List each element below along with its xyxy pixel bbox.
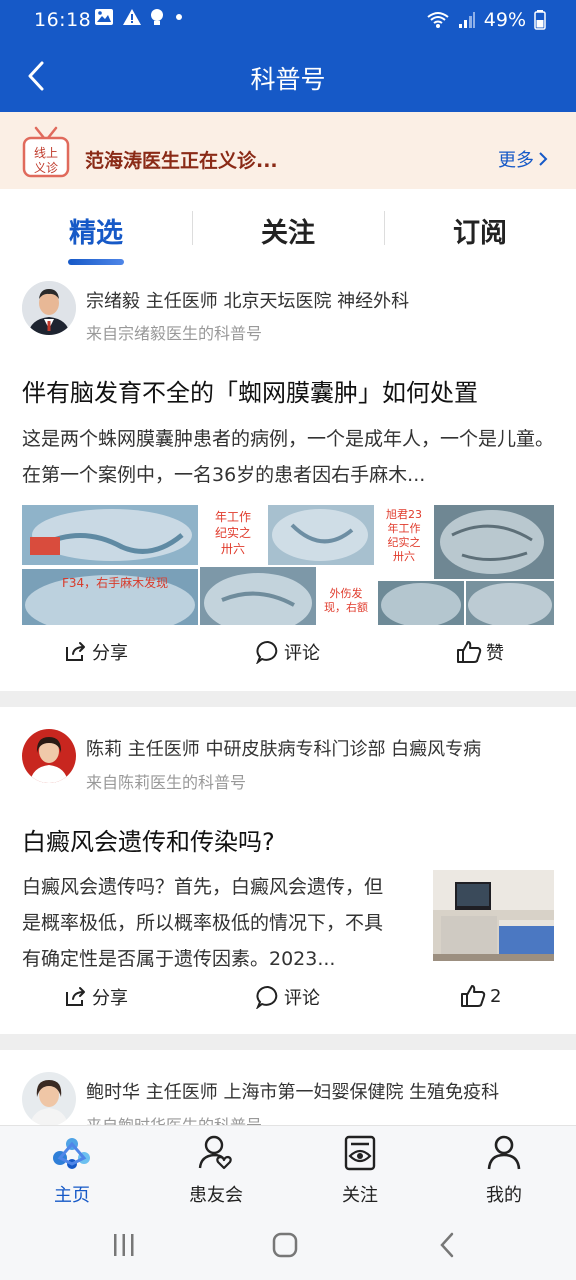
nav-mine[interactable]: 我的	[432, 1134, 576, 1207]
like-button[interactable]: 赞	[456, 639, 504, 665]
post-image-collage[interactable]: 年工作 纪实之 卅六 旭君23 年工作 纪实之 卅六 F34，右手麻木发现 外伤…	[22, 505, 554, 625]
card-divider	[0, 691, 576, 707]
tab-active-indicator	[68, 259, 124, 265]
home-icon[interactable]	[270, 1230, 300, 1260]
back-nav-icon[interactable]	[434, 1230, 460, 1260]
tag-line-1: 线上	[33, 146, 58, 160]
signal-icon	[458, 12, 475, 28]
status-bar: 16:18 49%	[0, 0, 576, 40]
collage-caption: 现，右额	[324, 600, 368, 614]
collage-caption: 年工作	[388, 521, 421, 535]
chevron-right-icon	[539, 152, 548, 166]
share-icon	[66, 642, 85, 661]
follow-eye-icon	[344, 1135, 376, 1171]
post-author: 鲍时华 主任医师 上海市第一妇婴保健院 生殖免疫科	[86, 1082, 500, 1103]
share-label: 分享	[92, 643, 128, 664]
tab-subscribed[interactable]: 订阅	[384, 211, 576, 250]
nav-home-label: 主页	[54, 1185, 90, 1206]
more-label: 更多	[498, 150, 534, 171]
post-card[interactable]: 鲍时华 主任医师 上海市第一妇婴保健院 生殖免疫科 来自鲍时华医生的科普号	[0, 1050, 576, 1125]
avatar[interactable]	[22, 1072, 76, 1125]
thumbs-up-icon	[457, 641, 482, 663]
gallery-icon	[95, 9, 113, 25]
like-button[interactable]: 2	[460, 984, 501, 1008]
nav-follow-label: 关注	[342, 1185, 378, 1206]
bottom-nav: 主页 患友会 关注 我的	[0, 1125, 576, 1209]
tag-line-2: 义诊	[33, 161, 58, 175]
nav-follow[interactable]: 关注	[288, 1134, 432, 1207]
tab-following[interactable]: 关注	[192, 211, 384, 250]
thumbs-up-icon	[461, 985, 486, 1007]
collage-caption: 卅六	[221, 542, 245, 556]
nav-patient-group-label: 患友会	[189, 1185, 243, 1206]
wifi-icon	[427, 12, 449, 28]
post-excerpt: 这是两个蛛网膜囊肿患者的病例，一个是成年人，一个是儿童。在第一个案例中，一名36…	[22, 428, 554, 486]
share-icon	[66, 987, 85, 1006]
status-right: 49%	[426, 9, 546, 31]
collage-caption: 年工作	[215, 510, 251, 524]
card-divider	[0, 1034, 576, 1050]
collage-caption: 外伤发	[330, 586, 363, 600]
collage-caption: F34，右手麻木发现	[62, 575, 168, 590]
collage-caption: 卅六	[393, 550, 415, 563]
system-nav-bar	[0, 1209, 576, 1280]
comment-label: 评论	[284, 643, 320, 664]
comment-button[interactable]: 评论	[256, 984, 320, 1010]
post-title[interactable]: 白癜风会遗传和传染吗?	[22, 822, 275, 857]
share-label: 分享	[92, 988, 128, 1009]
collage-caption: 旭君23	[386, 507, 422, 521]
more-link[interactable]: 更多	[498, 146, 548, 172]
post-author: 宗绪毅 主任医师 北京天坛医院 神经外科	[86, 291, 410, 312]
like-count: 2	[490, 985, 502, 1007]
avatar[interactable]	[22, 281, 76, 335]
home-molecule-icon	[53, 1138, 90, 1169]
doctor-photo	[22, 1072, 76, 1125]
post-excerpt: 白癜风会遗传吗？首先，白癜风会遗传，但是概率极低，所以概率极低的情况下，不具有确…	[22, 876, 384, 970]
tab-featured[interactable]: 精选	[0, 211, 192, 250]
post-card[interactable]: 陈莉 主任医师 中研皮肤病专科门诊部 白癜风专病 来自陈莉医生的科普号 白癜风会…	[0, 707, 576, 1034]
nav-mine-label: 我的	[486, 1185, 522, 1206]
app-header: 科普号	[0, 40, 576, 112]
nav-home[interactable]: 主页	[0, 1134, 144, 1207]
comment-label: 评论	[284, 988, 320, 1009]
comment-icon	[256, 986, 278, 1009]
banner-message: 范海涛医生正在义诊...	[85, 150, 278, 172]
share-button[interactable]: 分享	[64, 984, 128, 1010]
post-thumbnail[interactable]	[433, 870, 554, 961]
comment-icon	[256, 641, 278, 664]
recent-apps-icon[interactable]	[110, 1231, 138, 1259]
status-time: 16:18	[34, 9, 92, 31]
person-icon	[487, 1135, 521, 1170]
post-author: 陈莉 主任医师 中研皮肤病专科门诊部 白癜风专病	[86, 739, 482, 760]
like-label: 赞	[486, 643, 504, 664]
post-source: 来自宗绪毅医生的科普号	[86, 324, 263, 343]
page-title: 科普号	[250, 65, 326, 94]
battery-icon	[534, 10, 546, 30]
comment-button[interactable]: 评论	[256, 639, 320, 665]
battery-percent: 49%	[483, 9, 526, 31]
patient-group-icon	[198, 1135, 232, 1170]
post-source: 来自鲍时华医生的科普号	[86, 1112, 262, 1125]
collage-caption: 纪实之	[388, 535, 421, 549]
doctor-photo	[22, 281, 76, 335]
collage-caption: 纪实之	[215, 525, 251, 540]
status-notification-icons	[94, 8, 186, 26]
avatar[interactable]	[22, 729, 76, 783]
post-title[interactable]: 伴有脑发育不全的「蜘网膜囊肿」如何处置	[22, 373, 478, 408]
free-clinic-banner[interactable]: 线上 义诊 范海涛医生正在义诊... 更多	[0, 112, 576, 189]
post-actions: 分享 评论 赞	[0, 639, 576, 679]
content-tabs: 精选 关注 订阅	[0, 189, 576, 269]
post-source: 来自陈莉医生的科普号	[86, 773, 247, 792]
free-clinic-tag: 线上 义诊	[22, 146, 70, 176]
dot-icon	[176, 14, 182, 20]
doctor-photo	[22, 729, 76, 783]
bulb-icon	[151, 9, 163, 25]
warning-icon	[123, 9, 141, 25]
post-actions: 分享 评论 2	[0, 984, 576, 1024]
share-button[interactable]: 分享	[64, 639, 128, 665]
nav-patient-group[interactable]: 患友会	[144, 1134, 288, 1207]
post-card[interactable]: 宗绪毅 主任医师 北京天坛医院 神经外科 来自宗绪毅医生的科普号 伴有脑发育不全…	[0, 269, 576, 691]
